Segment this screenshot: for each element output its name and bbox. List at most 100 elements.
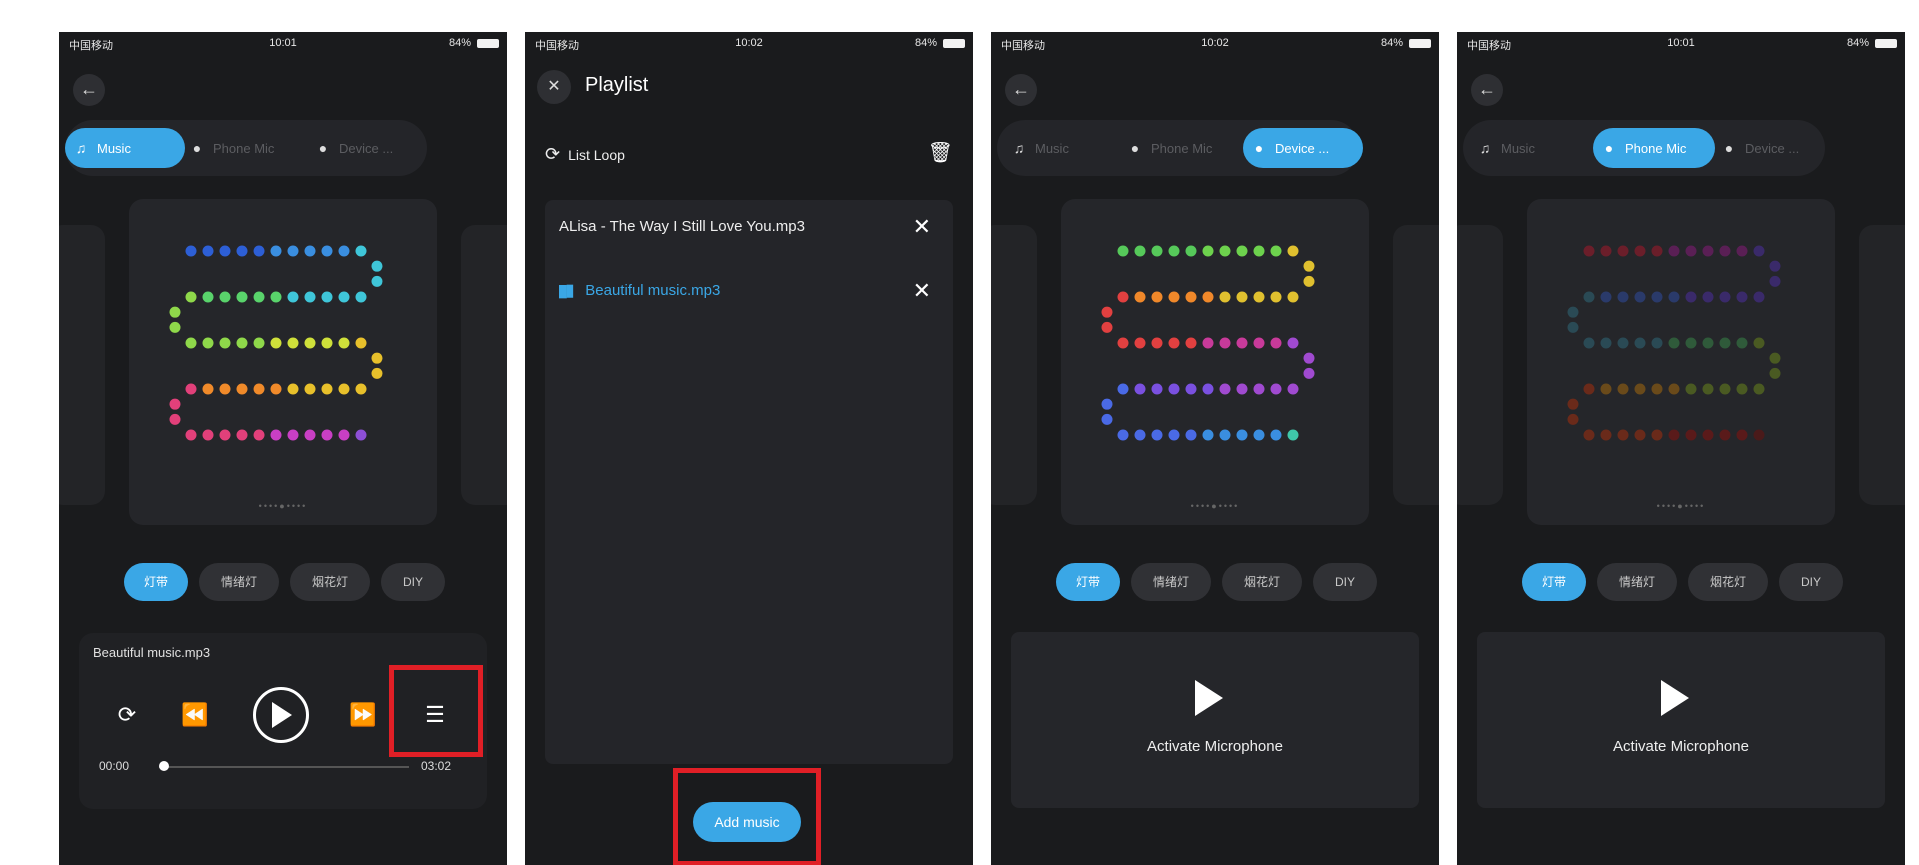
mode-tab-music[interactable]: ♫ Music <box>1477 128 1535 168</box>
activate-microphone-button[interactable] <box>1661 680 1689 716</box>
led-dot <box>1719 245 1731 257</box>
effect-chip[interactable]: DIY <box>1779 563 1843 601</box>
led-dot <box>1185 337 1197 349</box>
led-dot <box>1651 429 1663 441</box>
led-dot <box>1202 383 1214 395</box>
led-dot <box>202 337 214 349</box>
led-dot <box>1651 291 1663 303</box>
led-dot <box>1134 383 1146 395</box>
led-dot <box>1168 337 1180 349</box>
led-dot <box>236 429 248 441</box>
effect-preview-card[interactable]: ••••●•••• <box>1061 199 1369 525</box>
led-dot <box>321 429 333 441</box>
trash-icon: 🗑 <box>927 142 953 164</box>
loop-mode-toggle[interactable]: ⟳ List Loop <box>545 144 625 165</box>
effect-chip[interactable]: 情绪灯 <box>199 563 279 601</box>
status-bar: 中国移动 10:01 84% <box>59 32 507 56</box>
effect-chip[interactable]: 烟花灯 <box>290 563 370 601</box>
previous-button[interactable]: ⏪ <box>175 695 215 735</box>
led-dot <box>1685 245 1697 257</box>
effect-preview-card[interactable]: ••••●•••• <box>129 199 437 525</box>
led-dot <box>338 383 350 395</box>
led-strip-preview <box>1101 245 1315 441</box>
led-dot <box>1236 429 1248 441</box>
effect-chip[interactable]: 烟花灯 <box>1688 563 1768 601</box>
mode-tab-phone-mic[interactable]: ● Phone Mic <box>1127 128 1213 168</box>
track-label: Beautiful music.mp3 <box>585 282 721 299</box>
led-strip-preview <box>169 245 383 441</box>
battery-percent: 84% <box>914 37 937 49</box>
mode-tab-device[interactable]: ● Device ... <box>315 128 393 168</box>
clear-playlist-button[interactable]: 🗑 <box>928 140 953 165</box>
loop-mode-label: List Loop <box>568 147 625 163</box>
status-bar: 中国移动 10:02 84% <box>991 32 1439 56</box>
mode-tab-device[interactable]: ● Device ... <box>1721 128 1799 168</box>
led-dot <box>185 245 197 257</box>
led-dot <box>287 291 299 303</box>
led-dot <box>1219 245 1231 257</box>
effect-chip-row: 灯带 情绪灯 烟花灯 DIY <box>1457 563 1905 605</box>
next-effect-card[interactable] <box>1859 225 1905 505</box>
music-note-icon: ♫ <box>75 140 87 156</box>
effect-chip[interactable]: 灯带 <box>1056 563 1120 601</box>
back-button[interactable]: ← <box>73 74 105 106</box>
led-dot <box>1236 291 1248 303</box>
effect-chip[interactable]: 灯带 <box>124 563 188 601</box>
mode-tab-phone-mic[interactable]: ● Phone Mic <box>189 128 275 168</box>
next-effect-card[interactable] <box>461 225 507 505</box>
battery-icon <box>1409 39 1431 48</box>
effect-chip[interactable]: 灯带 <box>1522 563 1586 601</box>
led-dot <box>338 337 350 349</box>
led-dot <box>1287 337 1299 349</box>
led-dot <box>1583 383 1595 395</box>
effect-chip[interactable]: 情绪灯 <box>1131 563 1211 601</box>
led-dot <box>1101 398 1113 410</box>
led-dot <box>1719 429 1731 441</box>
close-button[interactable]: ✕ <box>537 70 571 104</box>
mode-tab-label: Phone Mic <box>213 141 275 156</box>
repeat-button[interactable]: ⟳ <box>107 695 147 735</box>
seek-bar[interactable] <box>159 766 409 768</box>
mode-tab-music[interactable]: ♫ Music <box>65 128 185 168</box>
mode-tab-device[interactable]: ● Device ... <box>1243 128 1363 168</box>
led-dot <box>253 383 265 395</box>
playlist-list: ALisa - The Way I Still Love You.mp3 ✕ █… <box>545 200 953 764</box>
effect-chip[interactable]: 烟花灯 <box>1222 563 1302 601</box>
effect-chip[interactable]: DIY <box>381 563 445 601</box>
led-dot <box>1600 337 1612 349</box>
mode-tab-music[interactable]: ♫ Music <box>1011 128 1069 168</box>
playlist-item-playing[interactable]: █▊ Beautiful music.mp3 <box>559 282 720 299</box>
equalizer-icon: █▊ <box>559 286 576 298</box>
mode-tab-phone-mic[interactable]: ● Phone Mic <box>1593 128 1715 168</box>
microphone-icon: ● <box>192 140 202 156</box>
next-effect-card[interactable] <box>1393 225 1439 505</box>
effect-chip[interactable]: 情绪灯 <box>1597 563 1677 601</box>
playlist-item[interactable]: ALisa - The Way I Still Love You.mp3 <box>559 218 805 235</box>
back-button[interactable]: ← <box>1005 74 1037 106</box>
carousel-page-indicator: ••••●•••• <box>258 501 308 511</box>
play-button[interactable] <box>253 687 309 743</box>
led-dot <box>1287 383 1299 395</box>
led-dot <box>1719 383 1731 395</box>
back-button[interactable]: ← <box>1471 74 1503 106</box>
led-dot <box>185 383 197 395</box>
effect-chip[interactable]: DIY <box>1313 563 1377 601</box>
led-dot <box>1668 291 1680 303</box>
led-dot <box>1117 429 1129 441</box>
led-dot <box>219 337 231 349</box>
led-dot <box>1151 245 1163 257</box>
remove-track-button[interactable]: ✕ <box>913 214 931 240</box>
led-dot <box>371 367 383 379</box>
prev-effect-card[interactable] <box>1457 225 1503 505</box>
led-dot <box>1303 275 1315 287</box>
effect-preview-card[interactable]: ••••●•••• <box>1527 199 1835 525</box>
mode-tab-label: Music <box>1501 141 1535 156</box>
seek-handle[interactable] <box>159 761 169 771</box>
next-button[interactable]: ⏩ <box>343 695 383 735</box>
prev-effect-card[interactable] <box>991 225 1037 505</box>
led-dot <box>1185 429 1197 441</box>
microphone-panel: Activate Microphone <box>1477 632 1885 808</box>
prev-effect-card[interactable] <box>59 225 105 505</box>
activate-microphone-button[interactable] <box>1195 680 1223 716</box>
remove-track-button[interactable]: ✕ <box>913 278 931 304</box>
